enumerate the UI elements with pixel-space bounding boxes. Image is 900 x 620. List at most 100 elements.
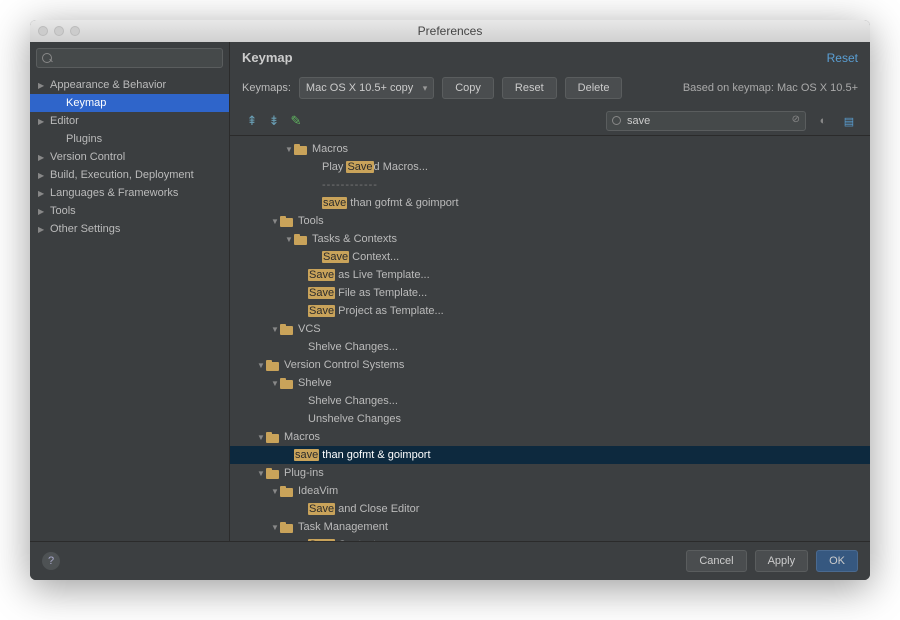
sidebar-item[interactable]: ▶Tools	[30, 202, 229, 220]
keymap-row: Keymaps: Mac OS X 10.5+ copy Copy Reset …	[230, 73, 870, 107]
tree-row[interactable]: ▼Version Control Systems	[230, 356, 870, 374]
tree-label: ------------	[322, 179, 378, 191]
tree-row[interactable]: ▼ Tasks & Contexts	[230, 230, 870, 248]
sidebar-item-label: Plugins	[66, 133, 102, 145]
folder-icon	[280, 522, 294, 533]
preferences-window: Preferences ▶Appearance & BehaviorKeymap…	[30, 20, 870, 580]
filter-icon[interactable]: ▤	[840, 112, 858, 130]
window-body: ▶Appearance & BehaviorKeymap▶EditorPlugi…	[30, 42, 870, 541]
keymap-select[interactable]: Mac OS X 10.5+ copy	[299, 77, 434, 99]
tree-row[interactable]: Shelve Changes...	[230, 392, 870, 410]
dialog-footer: ? Cancel Apply OK	[30, 541, 870, 580]
find-action-icon[interactable]: ◐	[814, 112, 832, 130]
sidebar-item-label: Appearance & Behavior	[50, 79, 166, 91]
tree-row[interactable]: Save File as Template...	[230, 284, 870, 302]
help-button[interactable]: ?	[42, 552, 60, 570]
sidebar-item[interactable]: Plugins	[30, 130, 229, 148]
sidebar-item[interactable]: ▶Other Settings	[30, 220, 229, 238]
tree-row[interactable]: Save and Close Editor	[230, 500, 870, 518]
cancel-button[interactable]: Cancel	[686, 550, 746, 572]
folder-icon	[266, 468, 280, 479]
tree-label: Unshelve Changes	[308, 413, 401, 425]
tree-label: VCS	[298, 323, 321, 335]
sidebar-item-label: Languages & Frameworks	[50, 187, 178, 199]
tree-row[interactable]: Unshelve Changes	[230, 410, 870, 428]
tree-arrow-icon: ▼	[284, 235, 294, 244]
sidebar-item[interactable]: ▶ Version Control	[30, 148, 229, 166]
keymaps-label: Keymaps:	[242, 82, 291, 94]
tree-row[interactable]: ▼Shelve	[230, 374, 870, 392]
tree-row[interactable]: ▼Tools	[230, 212, 870, 230]
tree-row[interactable]: ▼Macros	[230, 140, 870, 158]
sidebar-item-label: Editor	[50, 115, 79, 127]
keymap-toolbar: ⇞ ⇟ ✎ ⊘ ◐ ▤	[230, 107, 870, 136]
ok-button[interactable]: OK	[816, 550, 858, 572]
expand-arrow-icon: ▶	[38, 189, 44, 198]
folder-icon	[266, 432, 280, 443]
apply-button[interactable]: Apply	[755, 550, 809, 572]
expand-arrow-icon: ▶	[38, 225, 44, 234]
action-search-input[interactable]	[606, 111, 806, 131]
tree-row[interactable]: ▼VCS	[230, 320, 870, 338]
sidebar-item[interactable]: ▶Editor	[30, 112, 229, 130]
expand-arrow-icon: ▶	[38, 171, 44, 180]
reset-link[interactable]: Reset	[827, 51, 858, 65]
expand-arrow-icon: ▶	[38, 153, 44, 162]
tree-row[interactable]: ▼ Task Management	[230, 518, 870, 536]
tree-arrow-icon: ▼	[284, 145, 294, 154]
sidebar-item[interactable]: ▶ Languages & Frameworks	[30, 184, 229, 202]
tree-arrow-icon: ▼	[270, 487, 280, 496]
delete-button[interactable]: Delete	[565, 77, 623, 99]
edit-icon[interactable]: ✎	[286, 111, 306, 131]
tree-row[interactable]: Save Project as Template...	[230, 302, 870, 320]
sidebar-item[interactable]: ▶ Build, Execution, Deployment	[30, 166, 229, 184]
titlebar: Preferences	[30, 20, 870, 42]
tree-row[interactable]: ▼Plug-ins	[230, 464, 870, 482]
sidebar-item[interactable]: Keymap	[30, 94, 229, 112]
tree-row[interactable]: Shelve Changes...	[230, 338, 870, 356]
clear-search-icon[interactable]: ⊘	[792, 114, 800, 125]
tree-label: Save Context...	[322, 251, 399, 263]
tree-arrow-icon: ▼	[270, 217, 280, 226]
collapse-all-icon[interactable]: ⇟	[264, 111, 284, 131]
tree-label: save than gofmt & goimport	[294, 449, 431, 461]
tree-arrow-icon: ▼	[256, 433, 266, 442]
tree-label: Tasks & Contexts	[312, 233, 397, 245]
tree-label: Play Saved Macros...	[322, 161, 428, 173]
tree-row[interactable]: save than gofmt & goimport	[230, 446, 870, 464]
tree-row[interactable]: ▼ Macros	[230, 428, 870, 446]
tree-label: Shelve Changes...	[308, 395, 398, 407]
tree-row[interactable]: Play Saved Macros...	[230, 158, 870, 176]
tree-arrow-icon: ▼	[256, 361, 266, 370]
sidebar-item[interactable]: ▶Appearance & Behavior	[30, 76, 229, 94]
page-title: Keymap	[242, 50, 827, 65]
tree-row[interactable]: Save as Live Template...	[230, 266, 870, 284]
tree-row[interactable]: save than gofmt & goimport	[230, 194, 870, 212]
tree-label: Macros	[284, 431, 320, 443]
tree-label: Save and Close Editor	[308, 503, 419, 515]
copy-button[interactable]: Copy	[442, 77, 494, 99]
tree-label: Plug-ins	[284, 467, 324, 479]
tree-label: Task Management	[298, 521, 388, 533]
sidebar-item-label: Version Control	[50, 151, 125, 163]
tree-row[interactable]: ------------	[230, 176, 870, 194]
tree-row[interactable]: ▼IdeaVim	[230, 482, 870, 500]
folder-icon	[266, 360, 280, 371]
window-title: Preferences	[30, 24, 870, 38]
main-panel: Keymap Reset Keymaps: Mac OS X 10.5+ cop…	[230, 42, 870, 541]
sidebar-item-label: Keymap	[66, 97, 106, 109]
sidebar-search-input[interactable]	[36, 48, 223, 68]
folder-icon	[294, 144, 308, 155]
tree-arrow-icon: ▼	[270, 523, 280, 532]
expand-all-icon[interactable]: ⇞	[242, 111, 262, 131]
tree-row[interactable]: Save Context...	[230, 248, 870, 266]
keymap-tree[interactable]: ▼ Macros Play Saved Macros... ------------ s…	[230, 136, 870, 541]
tree-label: Shelve	[298, 377, 332, 389]
sidebar-nav: ▶Appearance & BehaviorKeymap▶EditorPlugi…	[30, 74, 229, 541]
folder-icon	[280, 216, 294, 227]
reset-button[interactable]: Reset	[502, 77, 557, 99]
sidebar-item-label: Build, Execution, Deployment	[50, 169, 194, 181]
sidebar-item-label: Tools	[50, 205, 76, 217]
action-search-wrap: ⊘	[606, 111, 806, 131]
tree-label: Shelve Changes...	[308, 341, 398, 353]
